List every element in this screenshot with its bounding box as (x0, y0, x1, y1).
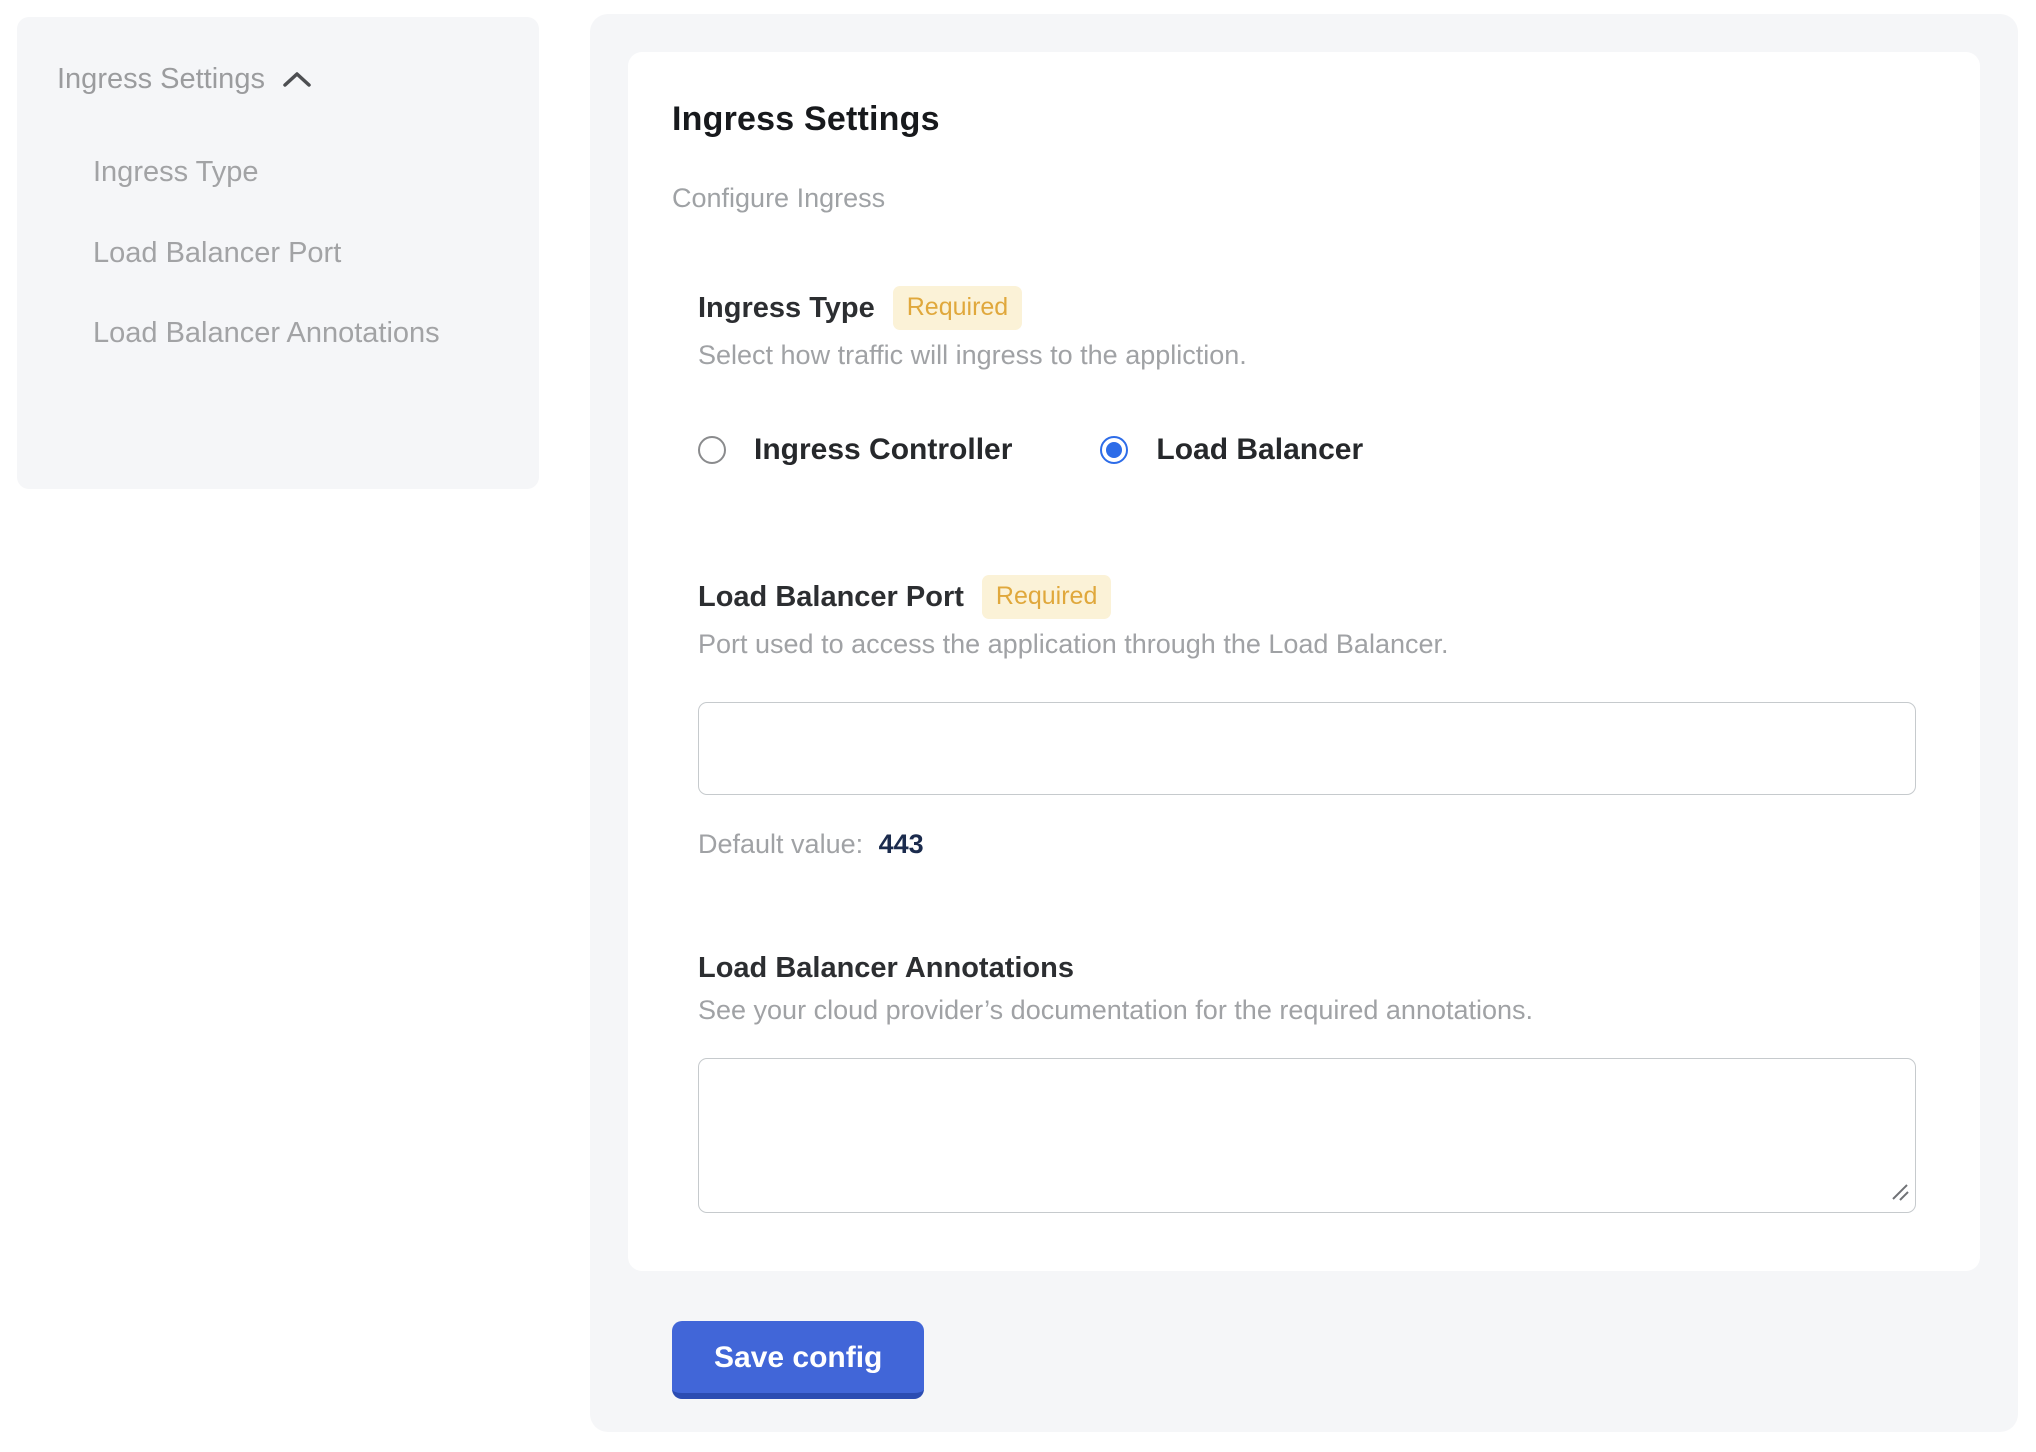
load-balancer-annotations-help: See your cloud provider’s documentation … (698, 995, 1918, 1026)
sidebar-item-load-balancer-port[interactable]: Load Balancer Port (93, 225, 493, 282)
config-nav-sidebar: Ingress Settings Ingress Type Load Balan… (17, 17, 539, 489)
default-value-line: Default value: 443 (698, 829, 1918, 860)
load-balancer-annotations-textarea[interactable] (698, 1058, 1916, 1213)
required-badge: Required (982, 575, 1111, 619)
load-balancer-annotations-label: Load Balancer Annotations (698, 952, 1074, 985)
sidebar-item-list: Ingress Type Load Balancer Port Load Bal… (57, 144, 493, 362)
radio-label-ingress-controller: Ingress Controller (754, 433, 1012, 467)
load-balancer-port-label: Load Balancer Port (698, 581, 964, 614)
ingress-type-radio-group: Ingress Controller Load Balancer (698, 433, 1918, 467)
load-balancer-port-input[interactable] (698, 702, 1916, 795)
annotations-textarea-wrap (698, 1058, 1916, 1213)
sidebar-item-ingress-type[interactable]: Ingress Type (93, 144, 493, 201)
load-balancer-port-help: Port used to access the application thro… (698, 629, 1918, 660)
ingress-settings-card: Ingress Settings Configure Ingress Ingre… (628, 52, 1980, 1271)
sidebar-group-ingress-settings[interactable]: Ingress Settings (57, 63, 493, 96)
radio-option-load-balancer[interactable]: Load Balancer (1100, 433, 1363, 467)
radio-unchecked-icon[interactable] (698, 436, 726, 464)
field-group-load-balancer-port: Load Balancer Port Required Port used to… (698, 575, 1918, 860)
radio-label-load-balancer: Load Balancer (1156, 433, 1363, 467)
page-subtitle: Configure Ingress (672, 183, 1918, 214)
page-title: Ingress Settings (672, 100, 1918, 139)
radio-option-ingress-controller[interactable]: Ingress Controller (698, 433, 1012, 467)
resize-handle-icon[interactable] (1889, 1181, 1911, 1208)
default-value-number: 443 (879, 829, 924, 859)
field-group-ingress-type: Ingress Type Required Select how traffic… (698, 286, 1918, 467)
ingress-type-help: Select how traffic will ingress to the a… (698, 340, 1918, 371)
radio-checked-icon[interactable] (1100, 436, 1128, 464)
chevron-up-icon (281, 69, 313, 91)
field-group-load-balancer-annotations: Load Balancer Annotations See your cloud… (698, 952, 1918, 1213)
ingress-type-label: Ingress Type (698, 292, 875, 325)
config-main-panel: Ingress Settings Configure Ingress Ingre… (590, 14, 2018, 1432)
sidebar-group-label: Ingress Settings (57, 63, 265, 96)
default-value-label: Default value: (698, 829, 863, 859)
required-badge: Required (893, 286, 1022, 330)
sidebar-item-load-balancer-annotations[interactable]: Load Balancer Annotations (93, 305, 493, 362)
save-config-button[interactable]: Save config (672, 1321, 924, 1399)
